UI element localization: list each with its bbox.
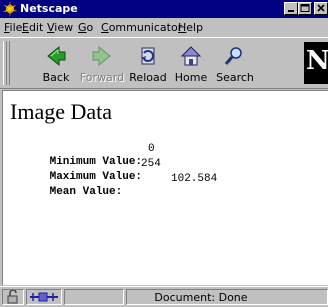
home-icon xyxy=(180,46,202,66)
menu-bar: File Edit View Go Communicator Help xyxy=(0,18,328,37)
lock-icon xyxy=(7,290,18,304)
back-arrow-icon xyxy=(47,45,66,67)
reload-icon xyxy=(141,47,155,65)
mean-value: 102.584 xyxy=(171,173,218,185)
status-bar: Document: Done xyxy=(0,286,328,307)
connection-icon xyxy=(30,292,58,302)
minimize-icon xyxy=(288,10,294,12)
page-title: Image Data xyxy=(10,99,112,124)
menu-edit[interactable]: Edit xyxy=(22,21,43,34)
menu-communicator[interactable]: Communicator xyxy=(101,21,182,34)
reload-button[interactable]: Reload xyxy=(125,42,171,86)
maximize-button[interactable] xyxy=(298,2,312,15)
search-button[interactable]: Search xyxy=(212,42,258,86)
back-button[interactable]: Back xyxy=(33,42,79,86)
close-icon xyxy=(317,4,325,12)
forward-button[interactable]: Forward xyxy=(79,42,125,86)
search-icon xyxy=(224,47,242,66)
minimize-button[interactable] xyxy=(284,2,298,15)
netscape-window: Netscape File Edit View Go Communicator … xyxy=(0,0,328,307)
menu-file[interactable]: File xyxy=(4,21,22,34)
navigation-toolbar: Back Forward Reload Home Search N xyxy=(0,37,328,89)
menu-go[interactable]: Go xyxy=(78,21,93,34)
status-text: Document: Done xyxy=(154,291,248,304)
home-button[interactable]: Home xyxy=(168,42,214,86)
menu-view[interactable]: View xyxy=(47,21,73,34)
maximize-icon xyxy=(300,4,310,12)
maximum-value: 254 xyxy=(141,158,161,170)
data-row-mean: Mean Value: xyxy=(10,173,123,212)
close-button[interactable] xyxy=(314,2,328,15)
netscape-logo[interactable]: N xyxy=(304,42,328,84)
status-message-box: Document: Done xyxy=(126,289,328,305)
mean-label: Mean Value: xyxy=(49,186,123,198)
title-bar[interactable]: Netscape xyxy=(0,0,328,18)
document-content: Image Data Minimum Value: 0 Maximum Valu… xyxy=(2,90,328,285)
connection-indicator[interactable] xyxy=(26,289,62,305)
window-title: Netscape xyxy=(20,2,78,15)
forward-arrow-icon xyxy=(92,45,111,67)
security-indicator[interactable] xyxy=(2,289,24,305)
minimum-value: 0 xyxy=(148,143,155,155)
menu-help[interactable]: Help xyxy=(178,21,203,34)
toolbar-grip[interactable] xyxy=(3,41,10,85)
netscape-meteor-icon[interactable] xyxy=(3,2,17,16)
